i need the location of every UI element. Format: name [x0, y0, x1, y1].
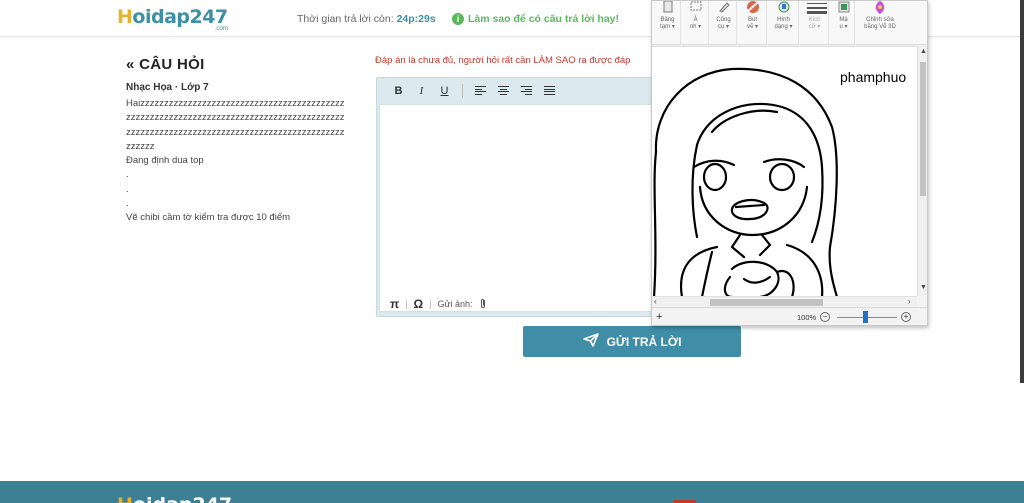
ribbon-brushes[interactable]: Bút vẽ ▾	[739, 1, 767, 45]
answer-warning: Đáp án là chưa đủ, người hỏi rất cần LÀM…	[375, 55, 631, 66]
ribbon-label: Chỉnh sửa bằng Vẽ 3D	[864, 17, 896, 30]
align-right-icon	[521, 86, 532, 95]
select-icon	[688, 1, 704, 15]
scroll-left-icon[interactable]: ‹	[654, 297, 657, 306]
submit-answer-button[interactable]: GỬI TRẢ LỜI	[523, 326, 741, 357]
question-line: .	[126, 183, 129, 195]
toolbar-divider	[462, 83, 463, 98]
zoom-in-icon[interactable]: +	[901, 312, 911, 322]
window-edge	[1020, 0, 1024, 383]
crosshair-icon: +	[656, 311, 663, 323]
align-right-button[interactable]	[515, 81, 538, 101]
line-size-icon	[806, 1, 827, 15]
site-footer: Hoidap247	[0, 481, 1024, 503]
paint-canvas[interactable]: phamphuo	[652, 46, 917, 296]
question-body: Haizzzzzzzzzzzzzzzzzzzzzzzzzzzzzzzzzzzzz…	[126, 97, 348, 226]
question-title: CÂU HỎI	[139, 56, 205, 73]
horizontal-scroll-thumb[interactable]	[710, 299, 823, 306]
submit-label: GỬI TRẢ LỜI	[606, 334, 682, 349]
align-left-icon	[475, 86, 486, 95]
send-icon	[582, 333, 599, 350]
question-subject: Nhạc Họa · Lớp 7	[126, 82, 209, 93]
ribbon-paint3d[interactable]: Chỉnh sửa bằng Vẽ 3D	[859, 1, 901, 45]
ribbon-label: Bút vẽ ▾	[746, 17, 758, 30]
question-line: .	[126, 198, 129, 210]
logo-h: H	[117, 6, 133, 28]
answer-textarea[interactable]	[379, 104, 654, 312]
ribbon-clipboard[interactable]: Bảng tạm ▾	[655, 1, 681, 45]
paint-statusbar: + 100% − +	[652, 307, 927, 325]
bottom-divider: |	[405, 299, 408, 309]
logo-text: oidap247	[132, 6, 228, 28]
logo-com: .com	[215, 25, 228, 32]
paint3d-icon	[872, 1, 888, 15]
special-char-omega-button[interactable]: Ω	[414, 297, 424, 311]
clipboard-icon	[660, 1, 676, 15]
info-icon: i	[452, 13, 464, 25]
editor-toolbar: B I U	[377, 78, 655, 103]
justify-icon	[544, 86, 555, 95]
send-image-label: Gửi ảnh:	[437, 299, 473, 309]
bottom-divider: |	[429, 299, 432, 309]
tip-text: Làm sao để có câu trả lời hay!	[468, 13, 620, 25]
paint-ribbon: Bảng tạm ▾ Ả nh ▾ Công cụ ▾ Bút vẽ ▾ Hìn…	[652, 1, 927, 45]
answer-editor: B I U π | Ω | Gửi ảnh:	[376, 77, 656, 317]
timer-value: 24p:29s	[396, 13, 436, 25]
ribbon-label: Hình dạng ▾	[774, 17, 793, 30]
answer-timer: Thời gian trả lời còn: 24p:29s	[297, 13, 436, 25]
ribbon-image[interactable]: Ả nh ▾	[683, 1, 709, 45]
ribbon-shapes[interactable]: Hình dạng ▾	[769, 1, 799, 45]
question-line: Haizzzzzzzzzzzzzzzzzzzzzzzzzzzzzzzzzzzzz…	[126, 98, 345, 152]
vertical-scrollbar[interactable]: ▲ ▼	[917, 46, 927, 296]
question-line: .	[126, 169, 129, 181]
shapes-icon	[776, 1, 792, 15]
paperclip-icon[interactable]	[479, 298, 487, 311]
math-pi-button[interactable]: π	[390, 297, 399, 311]
good-answer-tip-link[interactable]: i Làm sao để có câu trả lời hay!	[452, 13, 619, 25]
footer-logo[interactable]: Hoidap247	[117, 494, 232, 503]
align-center-icon	[498, 86, 509, 95]
align-center-button[interactable]	[492, 81, 515, 101]
vertical-scroll-thumb[interactable]	[920, 62, 926, 196]
editor-bottom-bar: π | Ω | Gửi ảnh:	[377, 291, 655, 317]
ribbon-label: Công cụ ▾	[716, 17, 731, 30]
zoom-slider-knob[interactable]	[863, 311, 868, 323]
question-line: Vẽ chibi cầm tờ kiểm tra được 10 điểm	[126, 212, 291, 224]
scroll-right-icon[interactable]: ›	[908, 297, 911, 306]
pencil-icon	[716, 1, 732, 15]
zoom-level: 100%	[797, 313, 817, 322]
ribbon-tools[interactable]: Công cụ ▾	[711, 1, 737, 45]
italic-button[interactable]: I	[410, 81, 433, 101]
paint-window: Bảng tạm ▾ Ả nh ▾ Công cụ ▾ Bút vẽ ▾ Hìn…	[651, 0, 928, 326]
question-heading: « CÂU HỎI	[126, 56, 205, 73]
scroll-down-icon[interactable]: ▼	[920, 284, 927, 291]
footer-logo-h: H	[117, 494, 133, 503]
align-left-button[interactable]	[469, 81, 492, 101]
page: Hoidap247 .com Thời gian trả lời còn: 24…	[0, 0, 1024, 503]
ribbon-label: Mà u ▾	[839, 17, 848, 30]
question-line: Đang định dua top	[126, 155, 204, 167]
chibi-drawing	[652, 67, 838, 296]
ribbon-label: Kích cỡ ▾	[808, 17, 821, 30]
ribbon-label: Ả nh ▾	[689, 17, 702, 30]
double-chevron-left-icon[interactable]: «	[126, 56, 135, 73]
ribbon-label: Bảng tạm ▾	[660, 17, 675, 30]
timer-label: Thời gian trả lời còn:	[297, 13, 394, 25]
color-palette-icon	[836, 1, 852, 15]
bold-button[interactable]: B	[387, 81, 410, 101]
underline-button[interactable]: U	[433, 81, 456, 101]
ribbon-colors[interactable]: Mà u ▾	[833, 1, 855, 45]
brush-icon	[745, 1, 761, 15]
scroll-up-icon[interactable]: ▲	[920, 48, 927, 55]
zoom-out-icon[interactable]: −	[820, 312, 830, 322]
horizontal-scrollbar[interactable]: ‹ ›	[652, 296, 917, 307]
site-logo[interactable]: Hoidap247 .com	[117, 6, 228, 32]
justify-button[interactable]	[538, 81, 561, 101]
footer-logo-text: oidap247	[133, 494, 232, 503]
ribbon-size[interactable]: Kích cỡ ▾	[801, 1, 829, 45]
